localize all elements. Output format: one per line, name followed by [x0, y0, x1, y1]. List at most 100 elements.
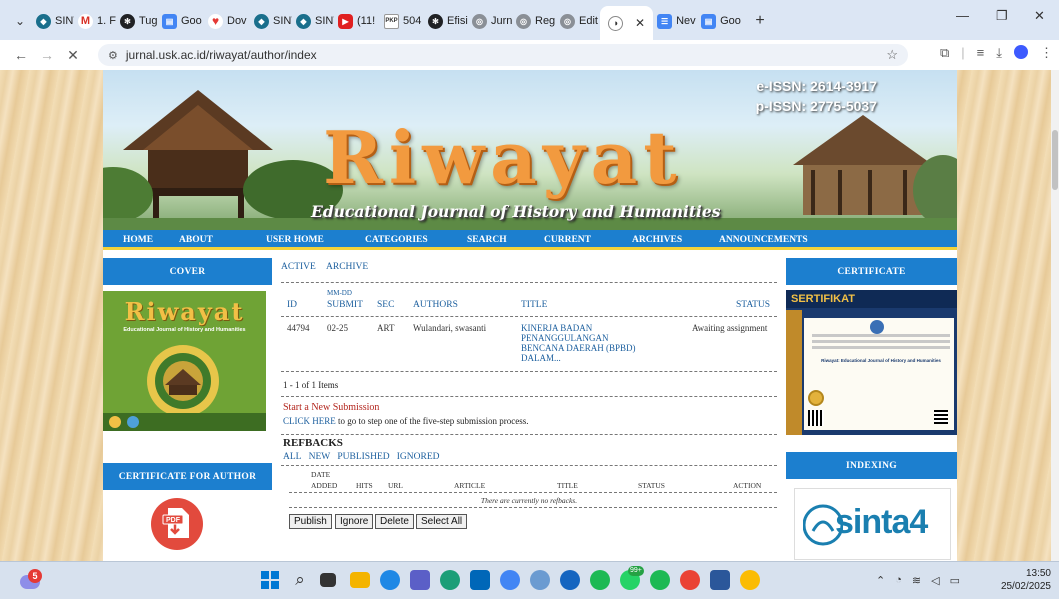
- teams-icon[interactable]: [410, 570, 430, 590]
- scrollbar-thumb[interactable]: [1052, 130, 1058, 190]
- chrome-profile-icon[interactable]: [680, 570, 700, 590]
- whatsapp-icon[interactable]: 99+: [620, 566, 644, 590]
- browser-tab[interactable]: ▶ (11!: [334, 6, 380, 36]
- sinta-logo-link[interactable]: sinta4: [794, 488, 951, 560]
- row-id: 44794: [287, 323, 310, 333]
- nav-home[interactable]: HOME: [123, 235, 153, 245]
- sinta-favicon-icon: ◆: [254, 13, 269, 29]
- google-forms-favicon-icon: ☰: [657, 13, 673, 29]
- search-icon[interactable]: ⌕: [290, 570, 310, 590]
- browser-tab[interactable]: ▤ Goo: [697, 6, 741, 36]
- forward-arrow-icon[interactable]: →: [34, 47, 60, 63]
- nav-user-home[interactable]: USER HOME: [266, 235, 324, 245]
- nav-archives[interactable]: ARCHIVES: [632, 235, 682, 245]
- refback-tab-published[interactable]: PUBLISHED: [337, 452, 389, 462]
- tab-archive[interactable]: ARCHIVE: [326, 262, 368, 272]
- row-title-link[interactable]: KINERJA BADAN PENANGGULANGAN BENCANA DAE…: [521, 323, 636, 363]
- url-bar[interactable]: ⚙ jurnal.usk.ac.id/riwayat/author/index …: [98, 44, 908, 66]
- close-tab-icon[interactable]: ✕: [635, 16, 645, 30]
- menu-kebab-icon[interactable]: ⋮: [1040, 45, 1053, 61]
- page-viewport: e-ISSN: 2614-3917 p-ISSN: 2775-5037 Riwa…: [0, 70, 1059, 561]
- browser-tab[interactable]: ◎ Jurn: [468, 6, 512, 36]
- reading-list-icon[interactable]: ≡: [977, 45, 985, 61]
- nav-search[interactable]: SEARCH: [467, 235, 507, 245]
- browser-tab[interactable]: ✻ Tug: [116, 6, 158, 36]
- openai-favicon-icon: ✻: [428, 13, 443, 29]
- windows-start-icon[interactable]: [260, 570, 280, 590]
- chrome-icon[interactable]: [500, 570, 520, 590]
- wifi-icon[interactable]: ≋: [912, 574, 921, 587]
- youtube-favicon-icon: ▶: [338, 13, 353, 29]
- row-title-line: DALAM...: [521, 353, 561, 363]
- accreditation-certificate-image[interactable]: SERTIFIKAT Riwayat: Educational Journal …: [786, 290, 957, 435]
- click-here-link[interactable]: CLICK HERE: [283, 416, 336, 426]
- refback-tab-new[interactable]: NEW: [309, 452, 331, 462]
- browser-tab[interactable]: M1. Fi: [74, 6, 116, 36]
- download-icon[interactable]: ⤓: [996, 45, 1002, 61]
- tab-active[interactable]: ACTIVE: [281, 262, 316, 272]
- spotify-icon[interactable]: [650, 570, 670, 590]
- nav-about[interactable]: ABOUT: [179, 235, 213, 245]
- url-text[interactable]: jurnal.usk.ac.id/riwayat/author/index: [126, 48, 317, 62]
- extensions-icon[interactable]: ⧉: [940, 45, 949, 61]
- select-all-button[interactable]: Select All: [416, 514, 468, 529]
- browser-tab[interactable]: ◆SINT: [32, 6, 74, 36]
- browser-tab-active[interactable]: ◑ ✕: [600, 6, 654, 40]
- browser-tab-bar: ⌄ ◆SINT M1. Fi ✻Tug ▤Goo ♥Dov ◆SINT ◆SIN…: [0, 0, 1059, 40]
- spotify-icon[interactable]: [590, 570, 610, 590]
- google-docs-favicon-icon: ▤: [701, 13, 717, 29]
- profile-avatar-icon[interactable]: [1014, 45, 1028, 59]
- refback-header-article: ARTICLE: [454, 481, 486, 490]
- browser-tab[interactable]: ◎ Reg: [512, 6, 556, 36]
- qr-code-icon: [808, 410, 824, 426]
- telegram-icon[interactable]: [560, 570, 580, 590]
- chrome-icon[interactable]: [740, 570, 760, 590]
- minimize-icon[interactable]: —: [956, 8, 969, 23]
- tab-search-chevron-icon[interactable]: ⌄: [8, 6, 32, 36]
- publish-button[interactable]: Publish: [289, 514, 332, 529]
- back-arrow-icon[interactable]: ←: [8, 47, 34, 63]
- journal-cover-image[interactable]: Riwayat Educational Journal of History a…: [103, 291, 266, 431]
- battery-icon[interactable]: ▭: [950, 574, 960, 587]
- task-view-icon[interactable]: [320, 573, 336, 587]
- browser-tab[interactable]: ☰ Nev: [653, 6, 697, 36]
- divider: [281, 465, 777, 466]
- nav-current[interactable]: CURRENT: [544, 235, 591, 245]
- nav-categories[interactable]: CATEGORIES: [365, 235, 428, 245]
- browser-tab[interactable]: ▤ Goo: [158, 6, 204, 36]
- browser-tab[interactable]: ✻ Efisi: [424, 6, 468, 36]
- certificate-heading: CERTIFICATE: [786, 258, 957, 285]
- edge-icon[interactable]: [440, 570, 460, 590]
- site-info-icon[interactable]: ⚙: [108, 49, 118, 62]
- new-tab-plus-icon[interactable]: +: [747, 8, 773, 34]
- browser-tab[interactable]: PKP 504: [380, 6, 424, 36]
- cover-heading: COVER: [103, 258, 272, 285]
- ojs-favicon-icon: ◑: [608, 15, 623, 31]
- browser-tab[interactable]: ◆SINT: [292, 6, 334, 36]
- browser-tab[interactable]: ◆SINT: [250, 6, 292, 36]
- zoom-icon[interactable]: [530, 570, 550, 590]
- refback-tab-all[interactable]: ALL: [283, 452, 301, 462]
- notification-app-icon[interactable]: 5: [20, 569, 42, 591]
- restore-icon[interactable]: ❐: [996, 8, 1008, 24]
- refback-tab-ignored[interactable]: IGNORED: [397, 452, 440, 462]
- nav-announcements[interactable]: ANNOUNCEMENTS: [719, 235, 808, 245]
- network-status-icon[interactable]: ◔: [895, 574, 902, 587]
- show-hidden-icons-chevron-icon[interactable]: ⌃: [876, 574, 885, 587]
- ignore-button[interactable]: Ignore: [335, 514, 374, 529]
- browser-tab[interactable]: ◎ Edit: [556, 6, 600, 36]
- close-window-icon[interactable]: ✕: [1034, 8, 1045, 24]
- store-icon[interactable]: [470, 570, 490, 590]
- refback-tabs: ALL NEW PUBLISHED IGNORED: [283, 452, 440, 462]
- page-scrollbar[interactable]: [1051, 70, 1059, 561]
- delete-button[interactable]: Delete: [375, 514, 414, 529]
- file-explorer-icon[interactable]: [350, 572, 370, 588]
- volume-icon[interactable]: ◁: [931, 574, 939, 587]
- pdf-download-icon[interactable]: PDF: [151, 498, 203, 550]
- widgets-icon[interactable]: [380, 570, 400, 590]
- browser-tab[interactable]: ♥ Dov: [204, 6, 250, 36]
- word-icon[interactable]: [710, 570, 730, 590]
- clock[interactable]: 13:50 25/02/2025: [1001, 567, 1051, 593]
- bookmark-star-icon[interactable]: ☆: [886, 47, 898, 63]
- stop-loading-icon[interactable]: ✕: [60, 47, 86, 64]
